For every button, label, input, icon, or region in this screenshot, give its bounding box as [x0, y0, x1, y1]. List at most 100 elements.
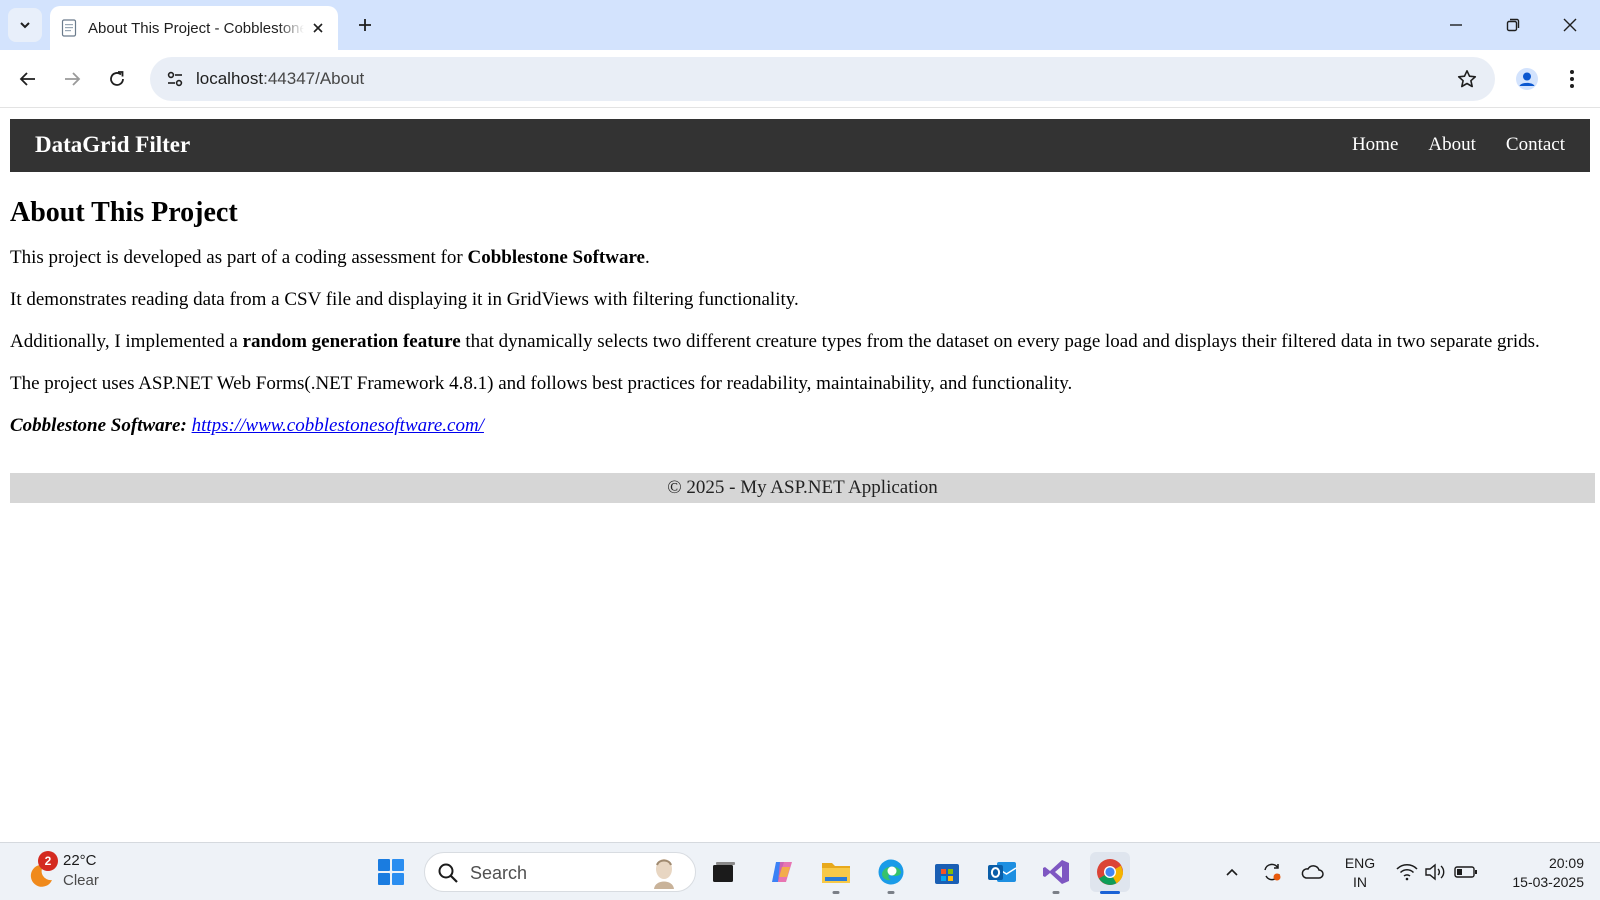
- site-nav-links: Home About Contact: [1352, 134, 1565, 156]
- bookmark-button[interactable]: [1453, 65, 1481, 93]
- taskbar-app-outlook[interactable]: [982, 852, 1022, 892]
- intro-text: This project is developed as part of a c…: [10, 247, 468, 268]
- weather-widget[interactable]: 2 22°C Clear: [22, 851, 122, 893]
- taskbar-search-box[interactable]: Search: [424, 852, 696, 892]
- page-title: About This Project: [10, 197, 238, 228]
- minimize-window-button[interactable]: [1441, 10, 1471, 40]
- tray-wifi[interactable]: [1394, 859, 1420, 885]
- feature-text-end: that dynamically selects two different c…: [460, 331, 1540, 352]
- speaker-icon: [1425, 863, 1445, 881]
- tab-title: About This Project - Cobblestone Softwar…: [88, 19, 304, 37]
- edge-browser-icon: [878, 859, 904, 885]
- wifi-icon: [1396, 864, 1418, 881]
- taskbar-app-edge[interactable]: [871, 852, 911, 894]
- sync-icon: [1264, 863, 1281, 881]
- taskbar: 2 22°C Clear Search ENG IN 20:09 15-03-2…: [0, 842, 1600, 900]
- address-bar[interactable]: localhost:44347/About: [150, 57, 1495, 101]
- close-icon: [1563, 18, 1577, 32]
- close-window-button[interactable]: [1555, 10, 1585, 40]
- clock-time: 20:09: [1548, 855, 1584, 871]
- page-favicon-icon: [60, 19, 78, 37]
- site-info-button[interactable]: [160, 64, 190, 94]
- language-indicator[interactable]: ENG IN: [1338, 854, 1382, 892]
- nav-link-about[interactable]: About: [1428, 134, 1476, 156]
- weather-condition: Clear: [63, 872, 99, 889]
- restore-icon: [1506, 18, 1520, 32]
- new-tab-button[interactable]: [352, 12, 378, 38]
- taskbar-app-visual-studio[interactable]: [1036, 852, 1076, 894]
- weather-notification-badge: 2: [38, 851, 58, 871]
- site-navbar: DataGrid Filter Home About Contact: [10, 119, 1590, 172]
- active-app-indicator: [1100, 891, 1120, 894]
- arrow-right-icon: [65, 72, 81, 86]
- minimize-icon: [1450, 24, 1462, 26]
- feature-bold: random generation feature: [242, 331, 461, 352]
- web-page: DataGrid Filter Home About Contact About…: [0, 109, 1600, 842]
- browser-toolbar: localhost:44347/About: [0, 50, 1600, 108]
- cloud-icon: [1301, 865, 1324, 879]
- url-host: localhost: [196, 69, 264, 88]
- taskbar-app-task-view[interactable]: [704, 852, 744, 892]
- chrome-icon: [1097, 859, 1123, 885]
- tab-search-button[interactable]: [8, 8, 42, 42]
- intro-period: .: [644, 247, 650, 268]
- reload-button[interactable]: [102, 64, 132, 94]
- back-button[interactable]: [13, 64, 43, 94]
- folder-icon: [822, 863, 850, 883]
- taskbar-app-microsoft-store[interactable]: [927, 852, 967, 892]
- paragraph-tech: The project uses ASP.NET Web Forms(.NET …: [10, 373, 1073, 394]
- feature-text-start: Additionally, I implemented a: [10, 331, 243, 352]
- url-path: :44347/About: [263, 69, 365, 88]
- system-clock[interactable]: 20:09 15-03-2025: [1492, 854, 1584, 892]
- weather-temperature: 22°C: [63, 852, 97, 869]
- paragraph-feature: Additionally, I implemented a random gen…: [10, 331, 1590, 353]
- tray-onedrive[interactable]: [1299, 859, 1325, 885]
- running-indicator: [1052, 891, 1060, 894]
- star-icon: [1457, 70, 1477, 88]
- profile-button[interactable]: [1512, 64, 1542, 94]
- reload-icon: [110, 71, 124, 86]
- tune-icon: [167, 71, 183, 87]
- running-indicator: [887, 891, 895, 894]
- outlook-icon: [988, 862, 1017, 882]
- nav-link-contact[interactable]: Contact: [1506, 134, 1565, 156]
- battery-icon: [1454, 866, 1477, 878]
- site-footer: © 2025 - My ASP.NET Application: [10, 473, 1595, 503]
- start-button[interactable]: [371, 852, 411, 892]
- paragraph-intro: This project is developed as part of a c…: [10, 247, 1590, 269]
- copilot-icon: [772, 862, 792, 882]
- taskbar-app-file-explorer[interactable]: [816, 852, 856, 894]
- tray-volume[interactable]: [1422, 859, 1448, 885]
- plus-icon: [359, 19, 371, 31]
- language-code: ENG: [1344, 855, 1376, 871]
- taskbar-search-placeholder: Search: [470, 863, 528, 883]
- search-icon: [438, 863, 458, 883]
- company-website-link[interactable]: https://www.cobblestonesoftware.com/: [192, 415, 484, 436]
- task-view-icon: [713, 862, 735, 882]
- store-icon: [935, 864, 959, 884]
- tray-battery[interactable]: [1453, 859, 1479, 885]
- visual-studio-icon: [1043, 860, 1069, 884]
- company-name-bold: Cobblestone Software: [467, 247, 645, 268]
- restore-window-button[interactable]: [1498, 10, 1528, 40]
- browser-menu-button[interactable]: [1557, 64, 1587, 94]
- chevron-up-icon: [1226, 868, 1238, 876]
- arrow-left-icon: [19, 72, 35, 86]
- running-indicator: [832, 891, 840, 894]
- show-hidden-icons-button[interactable]: [1219, 859, 1245, 885]
- account-icon: [1516, 68, 1538, 90]
- paragraph-csv: It demonstrates reading data from a CSV …: [10, 289, 799, 310]
- tray-sync-status[interactable]: [1259, 859, 1285, 885]
- browser-tab-active[interactable]: About This Project - Cobblestone Softwar…: [50, 6, 338, 50]
- language-region: IN: [1353, 874, 1367, 890]
- nav-link-home[interactable]: Home: [1352, 134, 1398, 156]
- search-highlight-icon: [654, 859, 674, 889]
- close-tab-icon[interactable]: [308, 18, 328, 38]
- url-text: localhost:44347/About: [196, 69, 364, 89]
- taskbar-app-chrome[interactable]: [1090, 852, 1130, 894]
- taskbar-app-copilot[interactable]: [762, 852, 802, 892]
- windows-logo-icon: [378, 859, 404, 885]
- browser-tab-strip: About This Project - Cobblestone Softwar…: [0, 0, 1600, 50]
- site-brand[interactable]: DataGrid Filter: [35, 132, 190, 158]
- forward-button[interactable]: [57, 64, 87, 94]
